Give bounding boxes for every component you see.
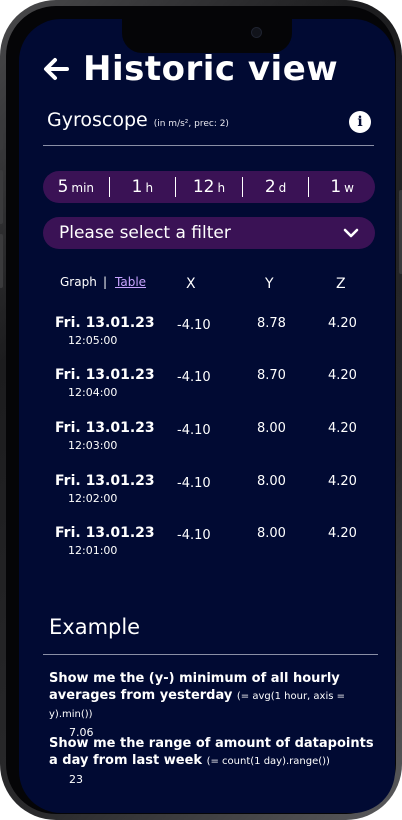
divider — [43, 145, 374, 146]
range-value: 5 — [57, 177, 69, 197]
range-option-1-h[interactable]: 1 h — [108, 177, 176, 197]
table-row: Fri. 13.01.23 12:03:00 -4.10 8.00 4.20 — [19, 420, 395, 460]
example-item: Show me the (y-) minimum of all hourly a… — [49, 670, 384, 739]
range-value: 2 — [264, 177, 276, 197]
range-value: 1 — [330, 177, 342, 197]
row-time: 12:01:00 — [68, 544, 118, 557]
sensor-name: Gyroscope — [47, 109, 148, 131]
row-x-value: -4.10 — [177, 528, 211, 543]
example-section-title: Example — [49, 615, 141, 639]
side-button-volume-up — [0, 170, 3, 224]
example-answer: 23 — [69, 773, 83, 786]
row-date: Fri. 13.01.23 — [55, 420, 155, 436]
range-unit: h — [145, 181, 154, 195]
row-y-value: 8.70 — [257, 368, 286, 383]
row-z-value: 4.20 — [328, 474, 357, 489]
chevron-down-icon — [343, 228, 359, 238]
back-arrow-icon[interactable] — [41, 54, 71, 84]
row-y-value: 8.00 — [257, 474, 286, 489]
view-separator: | — [103, 275, 108, 289]
page-title: Historic view — [83, 49, 339, 89]
row-x-value: -4.10 — [177, 476, 211, 491]
example-question: Show me the (y-) minimum of all hourly a… — [49, 670, 384, 723]
side-button-volume-down — [0, 234, 3, 288]
row-y-value: 8.00 — [257, 421, 286, 436]
filter-placeholder: Please select a filter — [59, 223, 231, 243]
page-header: Historic view — [41, 49, 338, 89]
range-value: 12 — [192, 177, 215, 197]
phone-bezel: Historic view Gyroscope (in m/s², prec: … — [6, 6, 396, 814]
table-header: Graph | Table X Y Z — [19, 275, 395, 293]
row-date: Fri. 13.01.23 — [55, 473, 155, 489]
row-x-value: -4.10 — [177, 318, 211, 333]
row-x-value: -4.10 — [177, 423, 211, 438]
range-unit: d — [278, 181, 287, 195]
row-y-value: 8.00 — [257, 526, 286, 541]
range-value: 1 — [131, 177, 143, 197]
table-view-link[interactable]: Table — [115, 275, 146, 289]
range-option-2-d[interactable]: 2 d — [241, 177, 309, 197]
range-option-5-min[interactable]: 5 min — [43, 177, 109, 197]
range-unit: w — [344, 181, 354, 195]
row-time: 12:02:00 — [68, 492, 118, 505]
range-unit: h — [217, 181, 226, 195]
example-query-code: (= count(1 day).range()) — [206, 756, 330, 767]
divider — [43, 654, 378, 655]
table-row: Fri. 13.01.23 12:04:00 -4.10 8.70 4.20 — [19, 367, 395, 407]
range-unit: min — [71, 181, 95, 195]
row-z-value: 4.20 — [328, 368, 357, 383]
side-button-silent — [0, 120, 3, 150]
row-time: 12:04:00 — [68, 386, 118, 399]
column-header-z: Z — [336, 276, 346, 292]
row-date: Fri. 13.01.23 — [55, 315, 155, 331]
graph-view-link[interactable]: Graph — [60, 275, 97, 289]
camera-icon — [251, 27, 262, 38]
phone-frame: Historic view Gyroscope (in m/s², prec: … — [0, 0, 402, 820]
row-date: Fri. 13.01.23 — [55, 367, 155, 383]
table-row: Fri. 13.01.23 12:01:00 -4.10 8.00 4.20 — [19, 525, 395, 565]
column-header-y: Y — [265, 276, 274, 292]
row-z-value: 4.20 — [328, 421, 357, 436]
time-range-selector: 5 min 1 h 12 h 2 d 1 w — [43, 171, 375, 203]
range-option-12-h[interactable]: 12 h — [175, 177, 242, 197]
row-date: Fri. 13.01.23 — [55, 525, 155, 541]
screen: Historic view Gyroscope (in m/s², prec: … — [19, 19, 395, 813]
filter-dropdown[interactable]: Please select a filter — [43, 217, 375, 249]
table-row: Fri. 13.01.23 12:05:00 -4.10 8.78 4.20 — [19, 315, 395, 355]
row-x-value: -4.10 — [177, 370, 211, 385]
sensor-unit-precision: (in m/s², prec: 2) — [153, 119, 229, 129]
sensor-header: Gyroscope (in m/s², prec: 2) i — [47, 109, 373, 141]
row-z-value: 4.20 — [328, 526, 357, 541]
example-question: Show me the range of amount of datapoint… — [49, 735, 384, 770]
column-header-x: X — [186, 276, 196, 292]
example-item: Show me the range of amount of datapoint… — [49, 735, 384, 786]
info-icon[interactable]: i — [349, 111, 371, 133]
row-z-value: 4.20 — [328, 316, 357, 331]
row-time: 12:05:00 — [68, 334, 118, 347]
row-y-value: 8.78 — [257, 316, 286, 331]
range-option-1-w[interactable]: 1 w — [308, 177, 375, 197]
table-row: Fri. 13.01.23 12:02:00 -4.10 8.00 4.20 — [19, 473, 395, 513]
row-time: 12:03:00 — [68, 439, 118, 452]
notch — [122, 19, 292, 53]
